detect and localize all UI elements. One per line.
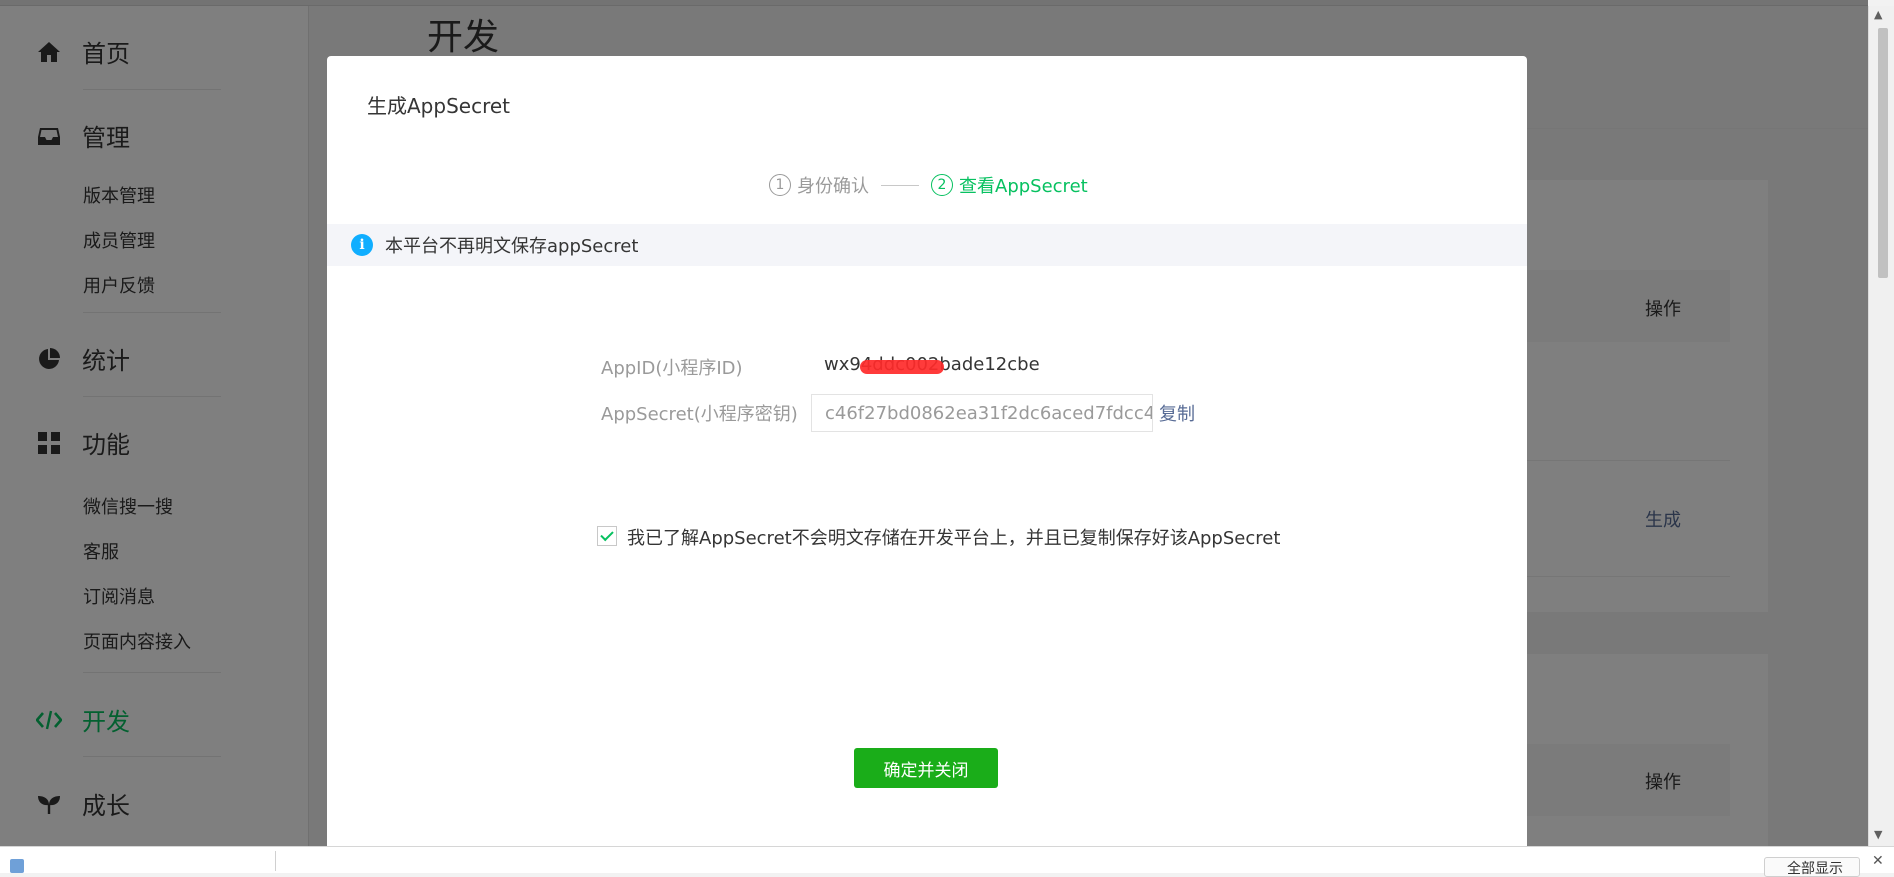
- step-connector: [881, 184, 919, 186]
- step-identity: 1 身份确认: [769, 172, 869, 198]
- step-number: 2: [931, 174, 953, 196]
- notice-bar: i 本平台不再明文保存appSecret: [327, 224, 1527, 266]
- appsecret-label: AppSecret(小程序密钥): [601, 404, 798, 425]
- scroll-down-icon[interactable]: ▼: [1874, 828, 1882, 841]
- scrollbar-thumb[interactable]: [1878, 28, 1888, 278]
- checkmark-icon: [600, 527, 614, 542]
- appsecret-dialog: 生成AppSecret 1 身份确认 2 查看AppSecret i 本平台不再…: [327, 56, 1527, 846]
- file-icon: [10, 859, 24, 873]
- copy-link[interactable]: 复制: [1159, 400, 1195, 426]
- download-bar: 全部显示 ✕: [0, 846, 1894, 877]
- notice-text: 本平台不再明文保存appSecret: [385, 236, 639, 257]
- step-number: 1: [769, 174, 791, 196]
- show-all-button[interactable]: 全部显示: [1764, 857, 1860, 877]
- step-label: 查看AppSecret: [959, 176, 1088, 197]
- status-separator: [275, 851, 276, 871]
- confirm-close-button[interactable]: 确定并关闭: [854, 748, 998, 788]
- step-indicator: 1 身份确认 2 查看AppSecret: [769, 170, 1088, 200]
- step-view-secret: 2 查看AppSecret: [931, 172, 1088, 198]
- redaction-mark: [860, 360, 944, 374]
- step-label: 身份确认: [797, 176, 869, 197]
- acknowledge-checkbox[interactable]: [597, 526, 617, 546]
- appsecret-field[interactable]: c46f27bd0862ea31f2dc6aced7fdcc49: [811, 394, 1153, 432]
- close-icon[interactable]: ✕: [1872, 853, 1884, 869]
- info-icon: i: [351, 234, 373, 256]
- acknowledge-label[interactable]: 我已了解AppSecret不会明文存储在开发平台上，并且已复制保存好该AppSe…: [627, 524, 1280, 550]
- appid-label: AppID(小程序ID): [601, 358, 743, 379]
- scroll-up-icon[interactable]: ▲: [1874, 8, 1882, 21]
- dialog-title: 生成AppSecret: [367, 94, 510, 118]
